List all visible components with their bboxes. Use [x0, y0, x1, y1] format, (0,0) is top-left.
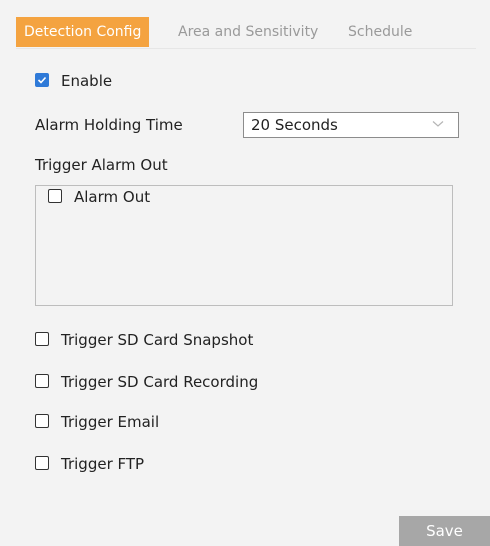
trigger-sd-snapshot-row[interactable]: Trigger SD Card Snapshot — [35, 331, 253, 349]
trigger-ftp-label: Trigger FTP — [61, 455, 145, 473]
alarm-out-checkbox[interactable] — [48, 189, 62, 203]
tab-schedule[interactable]: Schedule — [348, 17, 412, 47]
trigger-sd-recording-label: Trigger SD Card Recording — [61, 373, 259, 391]
trigger-sd-snapshot-checkbox[interactable] — [35, 332, 49, 346]
enable-checkbox-row[interactable]: Enable — [35, 72, 112, 90]
alarm-holding-time-value: 20 Seconds — [251, 116, 338, 134]
trigger-alarm-out-label: Trigger Alarm Out — [35, 156, 168, 174]
enable-label: Enable — [61, 72, 113, 90]
enable-checkbox[interactable] — [35, 73, 49, 87]
tab-area-and-sensitivity[interactable]: Area and Sensitivity — [178, 17, 318, 47]
alarm-holding-time-select[interactable]: 20 Seconds — [243, 112, 459, 138]
tab-bar: Detection Config Area and Sensitivity Sc… — [16, 14, 476, 49]
alarm-holding-time-label: Alarm Holding Time — [35, 116, 183, 134]
save-button[interactable]: Save — [399, 516, 490, 546]
trigger-email-checkbox[interactable] — [35, 414, 49, 428]
trigger-sd-recording-row[interactable]: Trigger SD Card Recording — [35, 373, 258, 391]
tab-detection-config[interactable]: Detection Config — [16, 17, 150, 47]
trigger-sd-recording-checkbox[interactable] — [35, 374, 49, 388]
trigger-email-row[interactable]: Trigger Email — [35, 413, 159, 431]
trigger-sd-snapshot-label: Trigger SD Card Snapshot — [61, 331, 254, 349]
check-icon — [37, 76, 47, 84]
trigger-ftp-checkbox[interactable] — [35, 456, 49, 470]
trigger-ftp-row[interactable]: Trigger FTP — [35, 455, 144, 473]
alarm-out-checkbox-row[interactable]: Alarm Out — [48, 188, 150, 206]
chevron-down-icon — [432, 121, 444, 127]
alarm-out-label: Alarm Out — [74, 188, 151, 206]
alarm-out-list: Alarm Out — [35, 185, 453, 306]
trigger-email-label: Trigger Email — [61, 413, 160, 431]
